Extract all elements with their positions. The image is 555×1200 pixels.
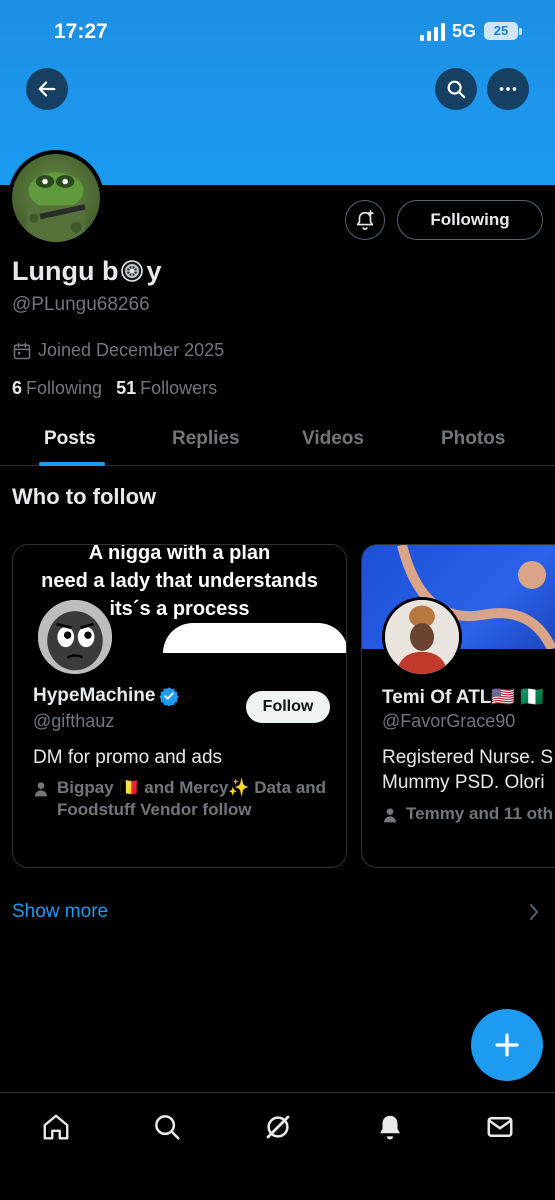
chevron-right-icon[interactable]: [528, 902, 540, 922]
follow-button[interactable]: Follow: [246, 691, 330, 723]
nav-notifications[interactable]: [374, 1111, 406, 1143]
show-more-link[interactable]: Show more: [12, 901, 108, 923]
following-button[interactable]: Following: [397, 200, 543, 240]
card-bio-line: Registered Nurse. S: [382, 747, 554, 768]
following-link[interactable]: 6 Following: [12, 378, 102, 399]
wheel-icon: [121, 260, 144, 282]
search-icon: [155, 1115, 180, 1140]
followers-count: 51: [116, 378, 137, 398]
card-bio: DM for promo and ads: [33, 747, 223, 768]
signal-icon: [420, 23, 445, 41]
nav-grok[interactable]: [262, 1111, 294, 1143]
battery-tip: [519, 28, 522, 35]
notifications-button[interactable]: [345, 200, 385, 240]
following-count: 6: [12, 378, 23, 398]
battery-icon: 25: [484, 22, 518, 40]
nav-messages[interactable]: [484, 1111, 516, 1143]
calendar-icon: [13, 342, 31, 359]
display-name-suffix: y: [146, 256, 162, 286]
card-bio: Registered Nurse. S Mummy PSD. Olori: [382, 745, 553, 795]
suggestion-card[interactable]: Temi Of ATL🇺🇸 🇳🇬 @FavorGrace90 Registere…: [361, 544, 555, 868]
card-handle: @gifthauz: [33, 711, 115, 731]
card-name[interactable]: HypeMachine: [33, 685, 180, 707]
card-bio-line: Mummy PSD. Olori: [382, 772, 545, 793]
nav-home[interactable]: [40, 1111, 72, 1143]
profile-stats: 6 Following 51 Followers: [12, 378, 217, 399]
tab-photos[interactable]: Photos: [441, 428, 505, 450]
person-icon: [35, 782, 47, 797]
profile-handle: @PLungu68266: [12, 294, 150, 315]
status-time: 17:27: [54, 20, 108, 43]
suggestion-card[interactable]: A nigga with a plan need a lady that und…: [12, 544, 347, 868]
bell-icon: [380, 1115, 400, 1140]
card-avatar[interactable]: [35, 597, 115, 677]
home-icon: [43, 1114, 69, 1140]
pepe-soldier-avatar: [26, 172, 86, 242]
tab-replies[interactable]: Replies: [172, 428, 240, 450]
search-button[interactable]: [435, 68, 477, 110]
bell-plus-icon: [356, 210, 374, 230]
status-bar: 17:27 5G 25: [0, 18, 555, 46]
followers-label: Followers: [140, 378, 218, 398]
tab-videos[interactable]: Videos: [302, 428, 364, 450]
bottom-navigation: [0, 1092, 555, 1200]
back-button[interactable]: [26, 68, 68, 110]
mutual-followers: Temmy and 11 oth: [382, 803, 553, 825]
cartoon-face-avatar: [38, 600, 112, 674]
network-type: 5G: [452, 21, 477, 41]
banner-line: need a lady that understands: [41, 570, 318, 592]
card-name[interactable]: Temi Of ATL🇺🇸 🇳🇬: [382, 685, 544, 709]
joined-date: Joined December 2025: [12, 340, 224, 361]
search-icon: [447, 80, 466, 99]
display-name-text: Lungu b: [12, 256, 119, 286]
mutual-followers: Bigpay 🇧🇪 and Mercy✨ Data and Foodstuff …: [33, 777, 333, 821]
banner-clouds: [163, 623, 346, 653]
tab-posts[interactable]: Posts: [44, 428, 96, 450]
joined-text: Joined December 2025: [38, 340, 225, 360]
nav-search[interactable]: [151, 1111, 183, 1143]
followers-link[interactable]: 51 Followers: [116, 378, 217, 399]
card-name-text: HypeMachine: [33, 685, 156, 706]
profile-avatar[interactable]: [8, 150, 104, 246]
person-icon: [384, 808, 396, 823]
mail-icon: [487, 1117, 513, 1137]
more-horizontal-icon: [499, 87, 517, 91]
grok-icon: [266, 1115, 290, 1139]
active-tab-indicator: [39, 462, 105, 466]
mutual-text: Bigpay 🇧🇪 and Mercy✨ Data and Foodstuff …: [57, 778, 327, 819]
profile-tabs: Posts Replies Videos Photos: [0, 420, 555, 466]
card-avatar[interactable]: [382, 597, 462, 677]
woman-portrait-avatar: [385, 600, 459, 674]
who-to-follow-title: Who to follow: [12, 484, 157, 509]
more-button[interactable]: [487, 68, 529, 110]
display-name: Lungu b y: [12, 256, 162, 287]
verified-badge-icon: [159, 687, 180, 706]
banner-line: A nigga with a plan: [88, 544, 271, 564]
compose-button[interactable]: [471, 1009, 543, 1081]
plus-icon: [495, 1033, 519, 1057]
mutual-text: Temmy and 11 oth: [406, 804, 554, 823]
following-label: Following: [26, 378, 103, 398]
card-handle: @FavorGrace90: [382, 711, 516, 731]
arrow-left-icon: [38, 81, 56, 97]
